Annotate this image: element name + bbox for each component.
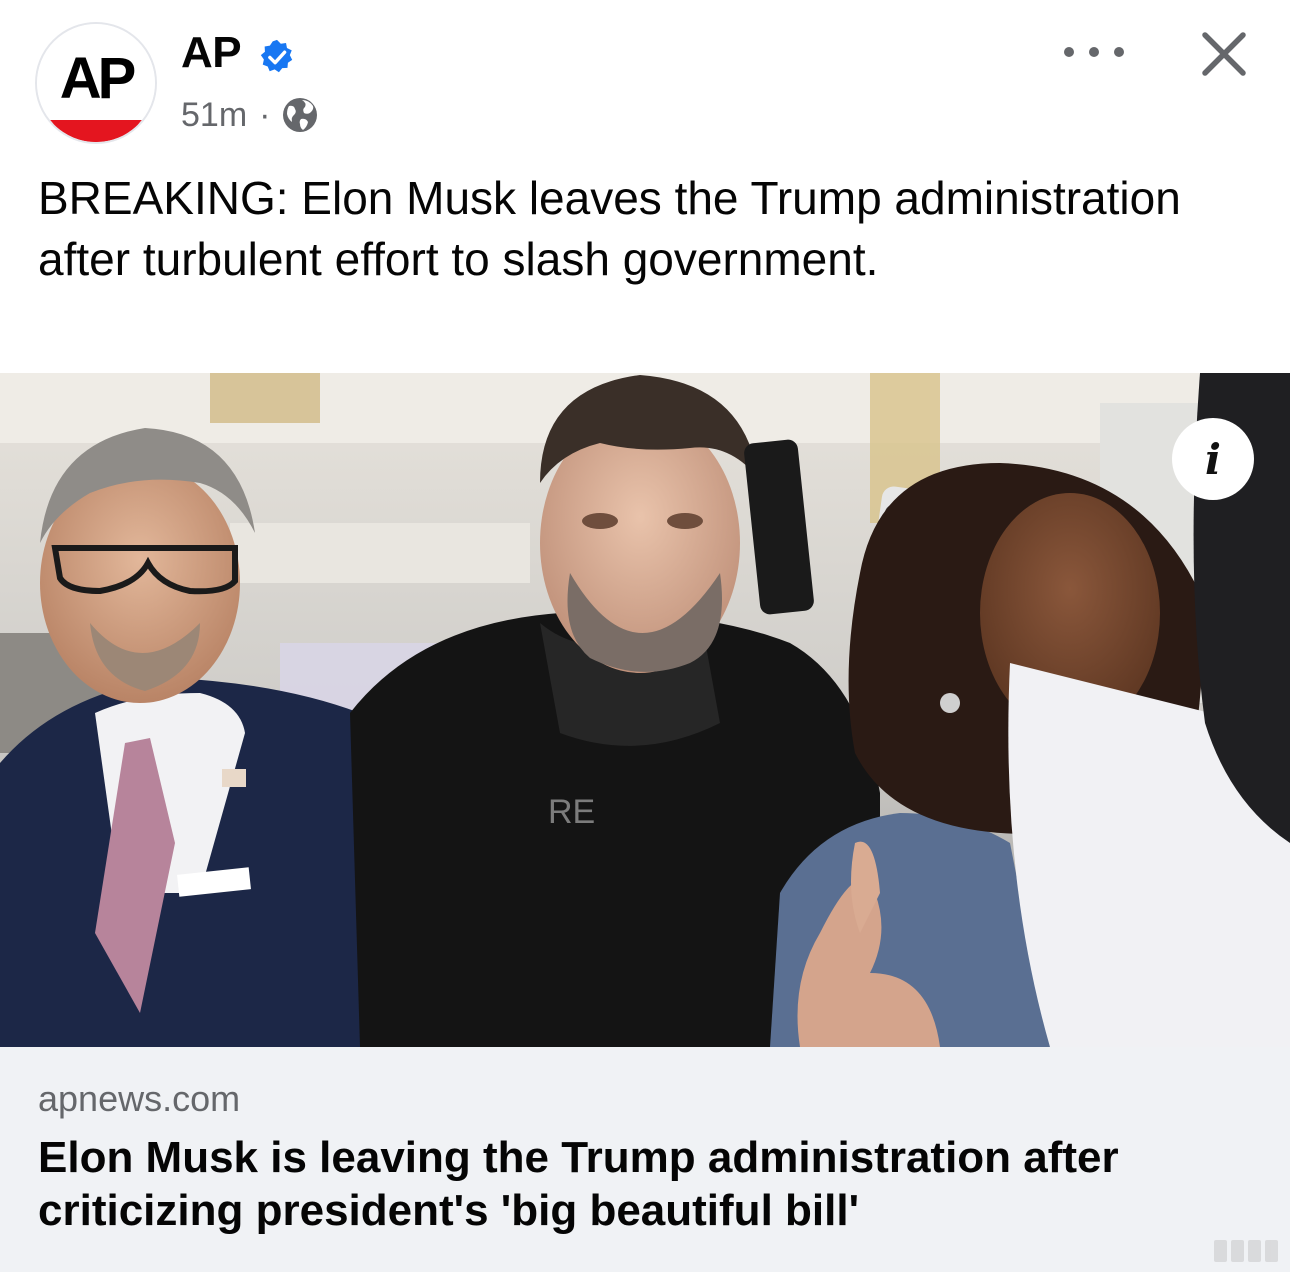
post-timestamp[interactable]: 51m xyxy=(181,92,247,138)
watermark-mark xyxy=(1214,1236,1278,1266)
meta-separator: · xyxy=(259,96,271,134)
post-text: BREAKING: Elon Musk leaves the Trump adm… xyxy=(38,172,1181,285)
avatar-text: AP xyxy=(60,46,135,111)
author-name[interactable]: AP xyxy=(181,28,242,78)
shirt-print: RE xyxy=(548,793,595,831)
more-options-icon[interactable] xyxy=(1064,32,1124,72)
post-photo[interactable]: RE i xyxy=(0,373,1290,1047)
post-header: AP AP 51m · xyxy=(0,0,1290,160)
link-domain: apnews.com xyxy=(38,1078,241,1119)
ap-avatar[interactable]: AP xyxy=(35,22,157,144)
globe-icon xyxy=(283,98,318,132)
close-icon[interactable] xyxy=(1198,28,1250,80)
info-icon[interactable]: i xyxy=(1172,418,1254,500)
ap-logo: AP xyxy=(37,24,155,142)
link-title: Elon Musk is leaving the Trump administr… xyxy=(38,1133,1119,1235)
post-meta: 51m · xyxy=(181,92,320,138)
verified-badge-icon xyxy=(260,39,293,73)
link-preview-card[interactable]: apnews.com Elon Musk is leaving the Trum… xyxy=(0,1047,1290,1272)
news-photo: RE xyxy=(0,373,1290,1047)
